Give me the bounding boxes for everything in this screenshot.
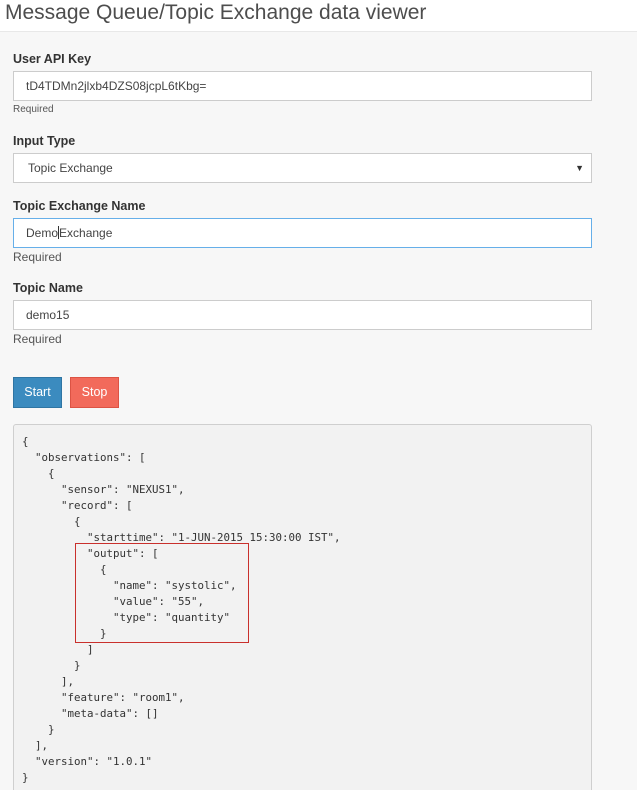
json-line: { xyxy=(22,435,29,448)
topic-name-label: Topic Name xyxy=(13,281,83,295)
json-line: "observations": [ xyxy=(22,451,146,464)
json-line: "meta-data": [] xyxy=(22,707,159,720)
exchange-name-required-hint: Required xyxy=(13,250,62,264)
api-key-input[interactable]: tD4TDMn2jlxb4DZS08jcpL6tKbg= xyxy=(13,71,592,101)
exchange-name-input[interactable]: DemoExchange xyxy=(13,218,592,248)
json-line: { xyxy=(22,515,81,528)
json-line: ], xyxy=(22,739,49,752)
input-type-select[interactable]: Topic Exchange ▼ xyxy=(13,153,592,183)
dropdown-arrow-icon: ▼ xyxy=(575,163,584,173)
json-line: "sensor": "NEXUS1", xyxy=(22,483,185,496)
page-title: Message Queue/Topic Exchange data viewer xyxy=(5,1,427,24)
json-line: } xyxy=(22,723,55,736)
topic-name-required-hint: Required xyxy=(13,332,62,346)
page-header: Message Queue/Topic Exchange data viewer xyxy=(0,0,637,32)
topic-name-input[interactable]: demo15 xyxy=(13,300,592,330)
start-button[interactable]: Start xyxy=(13,377,62,408)
api-key-required-hint: Required xyxy=(13,104,54,115)
json-line: } xyxy=(22,659,81,672)
exchange-name-value-start: Demo xyxy=(26,226,59,240)
api-key-label: User API Key xyxy=(13,52,92,66)
json-line: ], xyxy=(22,675,75,688)
json-line: ] xyxy=(22,643,94,656)
output-highlight-box xyxy=(75,543,249,643)
json-line: } xyxy=(22,771,29,784)
exchange-name-value-end: Exchange xyxy=(59,226,113,240)
json-line: "record": [ xyxy=(22,499,133,512)
input-type-label: Input Type xyxy=(13,134,76,148)
exchange-name-label: Topic Exchange Name xyxy=(13,199,146,213)
stop-button[interactable]: Stop xyxy=(70,377,119,408)
json-line: "feature": "room1", xyxy=(22,691,185,704)
input-type-selected-value: Topic Exchange xyxy=(28,161,113,175)
json-line: { xyxy=(22,467,55,480)
json-line: "version": "1.0.1" xyxy=(22,755,153,768)
